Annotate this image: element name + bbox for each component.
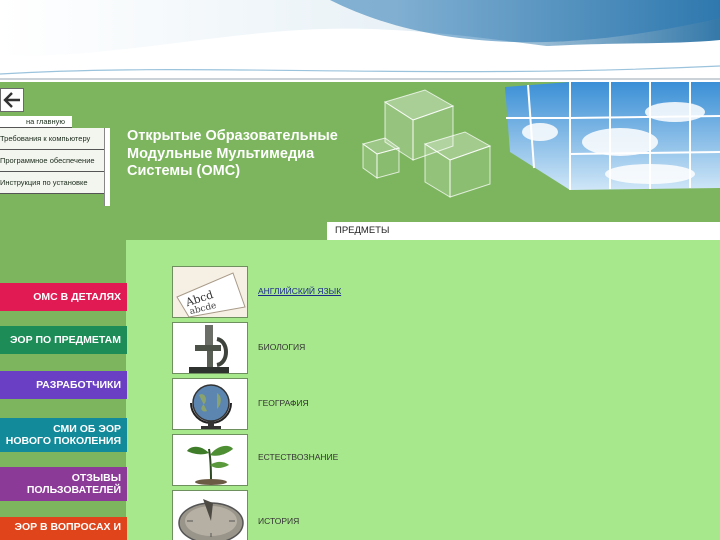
subjects-header: ПРЕДМЕТЫ — [327, 222, 720, 240]
home-link[interactable]: на главную — [0, 116, 72, 128]
subject-label[interactable]: ИСТОРИЯ — [258, 516, 299, 526]
sundial-icon[interactable] — [172, 490, 248, 540]
sprout-icon[interactable] — [172, 434, 248, 486]
nav-label-line: НОВОГО ПОКОЛЕНИЯ — [5, 435, 121, 447]
nav-label: РАЗРАБОТЧИКИ — [36, 379, 121, 391]
subject-row[interactable]: БИОЛОГИЯ — [172, 322, 572, 374]
nav-user-reviews[interactable]: ОТЗЫВЫ ПОЛЬЗОВАТЕЛЕЙ — [0, 467, 127, 501]
notebook-letters-icon[interactable]: Abcd abcde — [172, 266, 248, 318]
subject-row[interactable]: ИСТОРИЯ — [172, 490, 572, 540]
util-item-installation[interactable]: Инструкция по установке — [0, 172, 104, 194]
nav-label-line: ОТЗЫВЫ — [71, 472, 121, 484]
nav-oms-details[interactable]: ОМС В ДЕТАЛЯХ — [0, 283, 127, 311]
subject-label[interactable]: БИОЛОГИЯ — [258, 342, 305, 352]
site-title: Открытые Образовательные Модульные Мульт… — [127, 128, 357, 181]
nav-label: ЭОР ПО ПРЕДМЕТАМ — [9, 334, 121, 346]
nav-eor-by-subject[interactable]: ЭОР ПО ПРЕДМЕТАМ — [0, 326, 127, 354]
subjects-panel: Abcd abcde АНГЛИЙСКИЙ ЯЗЫК БИОЛОГИЯ ГЕОГ… — [126, 240, 720, 540]
subject-row[interactable]: ГЕОГРАФИЯ — [172, 378, 572, 430]
back-button[interactable] — [0, 88, 24, 112]
utility-nav: на главную Требования к компьютеру Прогр… — [0, 116, 112, 206]
nav-label: ОМС В ДЕТАЛЯХ — [33, 291, 121, 303]
nav-eor-faq[interactable]: ЭОР В ВОПРОСАХ И — [0, 517, 127, 540]
subject-row[interactable]: Abcd abcde АНГЛИЙСКИЙ ЯЗЫК — [172, 266, 572, 318]
subject-label[interactable]: ЕСТЕСТВОЗНАНИЕ — [258, 452, 338, 462]
site-title-line: Открытые Образовательные — [127, 128, 338, 144]
nav-label-line: ПОЛЬЗОВАТЕЛЕЙ — [26, 484, 121, 496]
site-area: на главную Требования к компьютеру Прогр… — [0, 82, 720, 540]
nav-developers[interactable]: РАЗРАБОТЧИКИ — [0, 371, 127, 399]
top-banner — [0, 0, 720, 82]
nav-media-about-eor[interactable]: СМИ ОБ ЭОР НОВОГО ПОКОЛЕНИЯ — [0, 418, 127, 452]
microscope-icon[interactable] — [172, 322, 248, 374]
util-item-software[interactable]: Программное обеспечение — [0, 150, 104, 172]
nav-label-line: СМИ ОБ ЭОР — [53, 423, 121, 435]
utility-rail — [104, 128, 110, 206]
nav-label: ЭОР В ВОПРОСАХ И — [14, 521, 122, 533]
arrow-left-icon — [3, 92, 20, 108]
site-title-line: Модульные Мультимедиа — [127, 145, 315, 162]
subject-label[interactable]: ГЕОГРАФИЯ — [258, 398, 309, 408]
decorative-cubes — [361, 89, 492, 198]
decorative-sky-cube — [505, 82, 720, 190]
util-item-requirements[interactable]: Требования к компьютеру — [0, 128, 104, 150]
subject-row[interactable]: ЕСТЕСТВОЗНАНИЕ — [172, 434, 572, 486]
globe-icon[interactable] — [172, 378, 248, 430]
subject-label[interactable]: АНГЛИЙСКИЙ ЯЗЫК — [258, 286, 341, 296]
site-title-line: Системы (ОМС) — [127, 163, 241, 179]
